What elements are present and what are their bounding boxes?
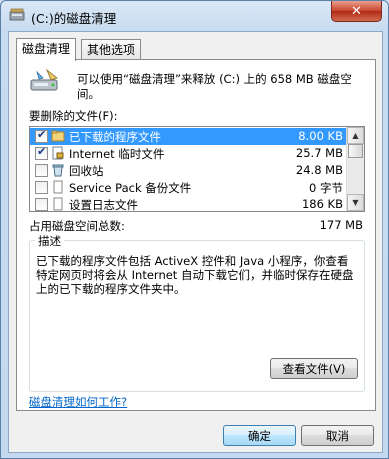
check-icon: ✔	[37, 128, 47, 141]
total-space-value: 177 MB	[319, 218, 363, 232]
scroll-up-icon[interactable]: ▲	[347, 127, 364, 144]
total-space-label: 占用磁盘空间总数:	[29, 219, 125, 233]
files-to-delete-label: 要删除的文件(F):	[29, 109, 118, 123]
item-name: 设置日志文件	[69, 198, 138, 212]
item-size: 24.8 MB	[295, 163, 343, 177]
ok-button[interactable]: 确定	[223, 425, 296, 446]
scroll-down-icon[interactable]: ▼	[347, 194, 364, 211]
item-name: Service Pack 备份文件	[69, 181, 192, 195]
disk-cleanup-window: (C:)的磁盘清理 ✕ 磁盘清理 其他选项 可以使用“磁盘清理”来释放 (C:)…	[0, 0, 389, 459]
tab-label: 其他选项	[87, 43, 136, 57]
recycle-bin-icon	[52, 164, 64, 177]
item-size: 25.7 MB	[295, 146, 343, 160]
list-item[interactable]: 回收站 24.8 MB	[30, 162, 347, 179]
description-group: 描述 已下载的程序文件包括 ActiveX 控件和 Java 小程序，你查看特定…	[29, 233, 365, 392]
file-icon	[53, 180, 63, 194]
list-item[interactable]: Service Pack 备份文件 0 字节	[30, 179, 347, 196]
dialog-client-area: 磁盘清理 其他选项 可以使用“磁盘清理”来释放 (C:) 上的 658 MB 磁…	[8, 31, 383, 453]
list-item[interactable]: ✔ Internet 临时文件 25.7 MB	[30, 145, 347, 162]
files-listbox[interactable]: ✔ 已下载的程序文件 8.00 KB ✔ Internet 临时文件 25.7 …	[29, 126, 365, 212]
view-files-button[interactable]: 查看文件(V)	[270, 358, 358, 379]
disk-cleanup-app-icon	[9, 8, 25, 21]
tab-more-options[interactable]: 其他选项	[81, 39, 142, 60]
item-checkbox[interactable]	[35, 181, 48, 194]
item-checkbox[interactable]: ✔	[35, 128, 48, 143]
close-button[interactable]: ✕	[331, 1, 382, 22]
item-checkbox[interactable]	[35, 164, 48, 177]
tab-panel: 可以使用“磁盘清理”来释放 (C:) 上的 658 MB 磁盘空间。 要删除的文…	[16, 59, 376, 411]
item-name: 回收站	[69, 164, 104, 178]
how-cleanup-works-link[interactable]: 磁盘清理如何工作?	[29, 394, 127, 410]
list-item[interactable]: 设置日志文件 186 KB	[30, 196, 347, 212]
list-item[interactable]: ✔ 已下载的程序文件 8.00 KB	[30, 128, 347, 145]
description-text: 已下载的程序文件包括 ActiveX 控件和 Java 小程序，你查看特定网页时…	[36, 254, 354, 296]
item-name: Internet 临时文件	[69, 147, 165, 161]
file-icon	[53, 197, 63, 211]
folder-icon	[51, 130, 65, 142]
tab-disk-cleanup[interactable]: 磁盘清理	[16, 38, 77, 61]
item-size: 8.00 KB	[298, 129, 343, 143]
item-name: 已下载的程序文件	[69, 130, 161, 144]
item-checkbox[interactable]: ✔	[35, 145, 48, 160]
scrollbar-thumb[interactable]	[348, 144, 363, 158]
drive-cleanup-icon	[30, 68, 58, 91]
list-scrollbar[interactable]: ▲ ▼	[346, 127, 364, 211]
item-size: 0 字节	[309, 181, 343, 195]
lock-file-icon	[52, 146, 64, 160]
item-size: 186 KB	[301, 197, 343, 211]
intro-text: 可以使用“磁盘清理”来释放 (C:) 上的 658 MB 磁盘空间。	[77, 72, 352, 101]
check-icon: ✔	[37, 145, 47, 158]
tab-label: 磁盘清理	[22, 42, 71, 56]
description-legend: 描述	[35, 233, 64, 249]
close-icon: ✕	[351, 3, 362, 19]
item-checkbox[interactable]	[35, 198, 48, 211]
window-title: (C:)的磁盘清理	[31, 11, 117, 26]
title-bar[interactable]: (C:)的磁盘清理 ✕	[1, 1, 388, 31]
cancel-button[interactable]: 取消	[301, 425, 374, 446]
